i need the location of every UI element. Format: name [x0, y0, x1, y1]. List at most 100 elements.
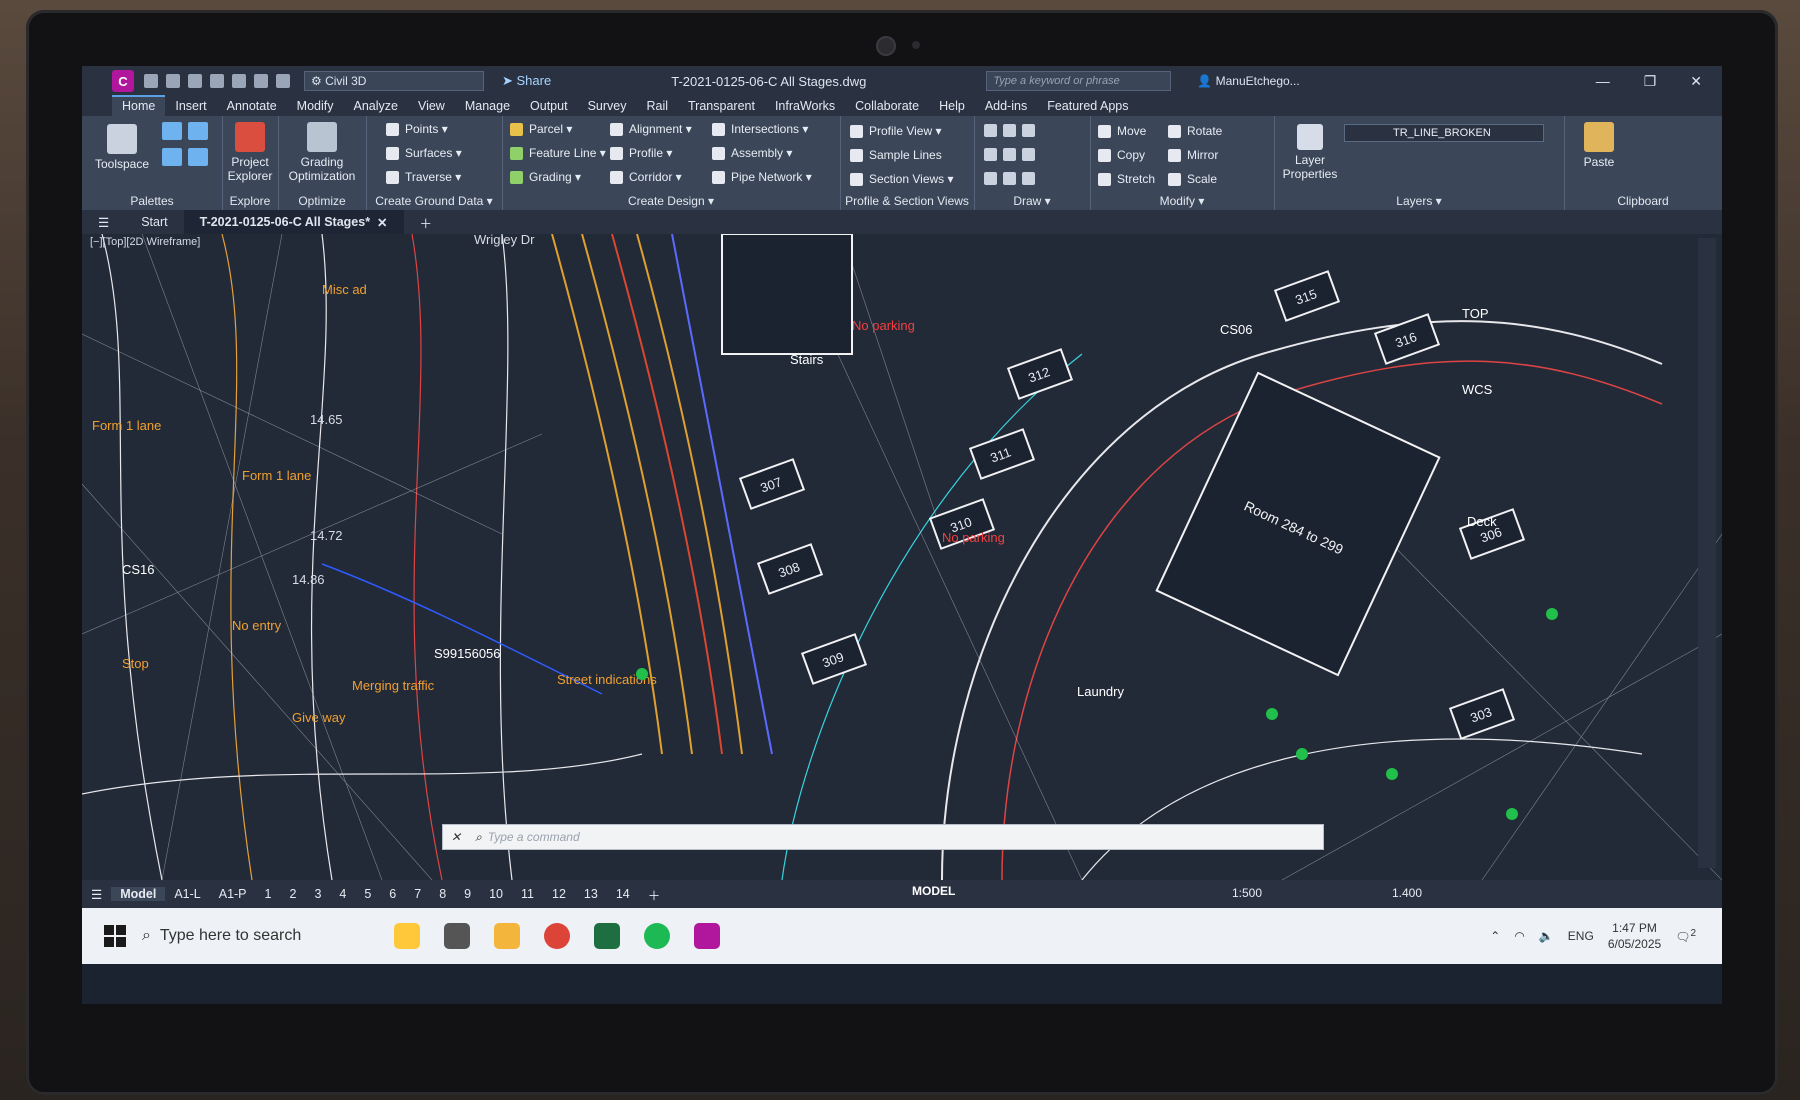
alignment-button[interactable]: Alignment ▾	[610, 122, 692, 136]
palette-icon[interactable]	[188, 148, 208, 166]
help-search-input[interactable]: Type a keyword or phrase	[986, 71, 1172, 91]
tab-home[interactable]: Home	[112, 95, 166, 116]
tab-start[interactable]: Start	[125, 210, 183, 234]
spline-icon[interactable]	[1003, 172, 1016, 185]
assembly-button[interactable]: Assembly ▾	[712, 146, 792, 160]
palettes-panel-label[interactable]: Palettes	[82, 194, 222, 208]
layout-menu-icon[interactable]: ☰	[82, 887, 111, 902]
layers-label[interactable]: Layers ▾	[1274, 194, 1564, 208]
tab-modify[interactable]: Modify	[287, 97, 344, 116]
layout-tab[interactable]: 6	[380, 887, 405, 901]
layout-tab[interactable]: 3	[305, 887, 330, 901]
tab-active-drawing[interactable]: T-2021-0125-06-C All Stages* ✕	[183, 210, 404, 234]
command-line[interactable]: ✕ ⌕ Type a command	[442, 824, 1324, 850]
draw-label[interactable]: Draw ▾	[974, 194, 1090, 208]
tab-rail[interactable]: Rail	[636, 97, 678, 116]
tab-analyze[interactable]: Analyze	[343, 97, 407, 116]
scale-button[interactable]: Scale	[1168, 172, 1217, 186]
spotify-icon[interactable]	[644, 923, 670, 949]
civil3d-taskbar-icon[interactable]	[694, 923, 720, 949]
create-design-label[interactable]: Create Design ▾	[502, 194, 840, 208]
save-as-icon[interactable]	[210, 74, 224, 88]
layout-tab[interactable]: 13	[575, 887, 607, 901]
tab-transparent[interactable]: Transparent	[678, 97, 765, 116]
chrome-icon[interactable]	[544, 923, 570, 949]
navigation-bar[interactable]	[1698, 238, 1716, 868]
tab-annotate[interactable]: Annotate	[217, 97, 287, 116]
layout-tab[interactable]: 10	[480, 887, 512, 901]
rectangle-icon[interactable]	[1003, 148, 1016, 161]
layout-tab[interactable]: A1-P	[210, 887, 256, 901]
new-tab-icon[interactable]: ＋	[404, 210, 449, 234]
model-space-button[interactable]: MODEL	[912, 884, 955, 898]
annotation-scale[interactable]: 1:500	[1232, 886, 1262, 900]
layout-tab[interactable]: 4	[330, 887, 355, 901]
profile-button[interactable]: Profile ▾	[610, 146, 672, 160]
task-view-icon[interactable]	[444, 923, 470, 949]
project-explorer-button[interactable]: Project Explorer	[224, 122, 276, 183]
layout-tab[interactable]: 9	[455, 887, 480, 901]
layout-tab[interactable]: 12	[543, 887, 575, 901]
section-views-button[interactable]: Section Views ▾	[850, 172, 954, 186]
layout-tab[interactable]: 1	[256, 887, 281, 901]
palette-icon[interactable]	[162, 148, 182, 166]
tab-help[interactable]: Help	[929, 97, 975, 116]
corridor-button[interactable]: Corridor ▾	[610, 170, 682, 184]
traverse-button[interactable]: Traverse ▾	[386, 170, 461, 184]
new-icon[interactable]	[144, 74, 158, 88]
clock[interactable]: 1:47 PM 6/05/2025	[1608, 920, 1661, 952]
copilot-icon[interactable]	[394, 923, 420, 949]
lineweight-value[interactable]: 1.400	[1392, 886, 1422, 900]
save-icon[interactable]	[188, 74, 202, 88]
grading-button[interactable]: Grading ▾	[510, 170, 581, 184]
tab-featured-apps[interactable]: Featured Apps	[1037, 97, 1138, 116]
plot-icon[interactable]	[232, 74, 246, 88]
palette-icon[interactable]	[162, 122, 182, 140]
layout-tab[interactable]: 2	[280, 887, 305, 901]
profile-view-button[interactable]: Profile View ▾	[850, 124, 942, 138]
copy-button[interactable]: Copy	[1098, 148, 1145, 162]
parcel-button[interactable]: Parcel ▾	[510, 122, 572, 136]
ellipse-icon[interactable]	[984, 172, 997, 185]
command-search-icon[interactable]: ⌕	[469, 830, 488, 845]
taskbar-search[interactable]: ⌕ Type here to search	[142, 918, 382, 954]
windows-start-icon[interactable]	[104, 925, 126, 947]
layer-properties-button[interactable]: Layer Properties	[1282, 124, 1338, 181]
menu-icon[interactable]: ☰	[82, 210, 125, 234]
drawing-canvas[interactable]: 307 308 309 310 311 312 315 316 306 303 Misc ad Fo…	[82, 232, 1722, 881]
wifi-icon[interactable]: ◠	[1514, 929, 1524, 943]
viewport-controls[interactable]: [−][Top][2D Wireframe]	[90, 236, 200, 248]
line-icon[interactable]	[984, 124, 997, 137]
notification-icon[interactable]: 🗨2	[1675, 928, 1696, 944]
layout-tab[interactable]: A1-L	[165, 887, 209, 901]
tab-add-ins[interactable]: Add-ins	[975, 97, 1037, 116]
open-icon[interactable]	[166, 74, 180, 88]
share-button[interactable]: ➤ Share	[502, 73, 551, 89]
arc-icon[interactable]	[1003, 124, 1016, 137]
grading-optimization-button[interactable]: Grading Optimization	[282, 122, 362, 183]
civil3d-app-icon[interactable]: C	[112, 70, 134, 92]
region-icon[interactable]	[1022, 172, 1035, 185]
layout-tab[interactable]: Model	[111, 887, 166, 901]
polyline-icon[interactable]	[1022, 124, 1035, 137]
pipe-network-button[interactable]: Pipe Network ▾	[712, 170, 812, 184]
palette-icon[interactable]	[188, 122, 208, 140]
layout-tab[interactable]: 8	[430, 887, 455, 901]
tab-infraworks[interactable]: InfraWorks	[765, 97, 845, 116]
mirror-button[interactable]: Mirror	[1168, 148, 1218, 162]
minimize-icon[interactable]: —	[1596, 73, 1610, 90]
chevron-up-icon[interactable]: ⌃	[1490, 929, 1500, 943]
intersections-button[interactable]: Intersections ▾	[712, 122, 808, 136]
layer-dropdown[interactable]: TR_LINE_BROKEN	[1344, 124, 1544, 142]
restore-icon[interactable]: ❐	[1644, 73, 1657, 90]
modify-label[interactable]: Modify ▾	[1090, 194, 1274, 208]
excel-icon[interactable]	[594, 923, 620, 949]
undo-icon[interactable]	[254, 74, 268, 88]
paste-button[interactable]: Paste	[1574, 122, 1624, 169]
tab-insert[interactable]: Insert	[165, 97, 216, 116]
command-close-icon[interactable]: ✕	[443, 830, 469, 844]
tab-manage[interactable]: Manage	[455, 97, 520, 116]
stretch-button[interactable]: Stretch	[1098, 172, 1155, 186]
move-button[interactable]: Move	[1098, 124, 1146, 138]
redo-icon[interactable]	[276, 74, 290, 88]
